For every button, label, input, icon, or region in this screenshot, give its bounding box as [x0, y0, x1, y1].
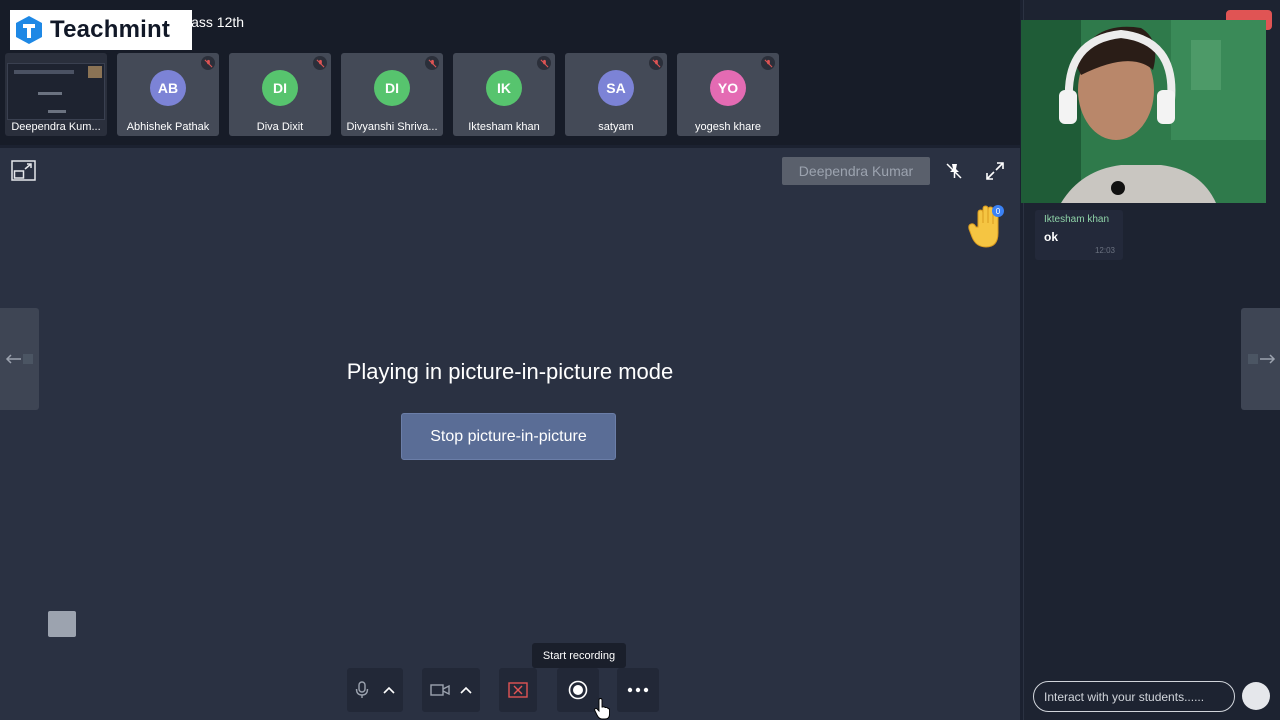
- avatar: DI: [374, 69, 410, 106]
- participant-name: Deependra Kum...: [11, 121, 101, 133]
- class-title: lass 12th: [188, 14, 245, 30]
- chat-input[interactable]: [1033, 681, 1235, 712]
- participant-name: Abhishek Pathak: [126, 121, 210, 133]
- mic-muted-icon: [313, 56, 327, 70]
- more-dots-icon: [627, 687, 649, 693]
- mic-button[interactable]: [347, 668, 403, 712]
- record-icon: [568, 680, 588, 700]
- chat-message: Iktesham khan ok 12:03: [1035, 210, 1123, 260]
- mic-muted-icon: [649, 56, 663, 70]
- microphone-icon: [355, 681, 369, 698]
- main-stage: Deependra Kumar 0 Playing in picture-in-…: [0, 148, 1020, 720]
- start-recording-tooltip: Start recording: [532, 643, 626, 668]
- avatar: SA: [598, 69, 634, 106]
- screen-share-preview: [7, 63, 105, 120]
- next-slide-handle[interactable]: [1241, 308, 1280, 410]
- send-button[interactable]: [1242, 682, 1270, 710]
- avatar: YO: [710, 69, 746, 106]
- video-camera-icon: [430, 684, 450, 696]
- unpin-icon[interactable]: [944, 161, 964, 181]
- more-options-button[interactable]: [617, 668, 659, 712]
- picture-in-picture-icon[interactable]: [11, 160, 36, 181]
- participant-name: yogesh khare: [694, 121, 762, 133]
- chat-message-author: Iktesham khan: [1044, 214, 1110, 225]
- avatar: IK: [486, 69, 522, 106]
- participant-tile[interactable]: AB Abhishek Pathak: [117, 53, 219, 136]
- mic-muted-icon: [425, 56, 439, 70]
- fullscreen-icon[interactable]: [985, 161, 1005, 181]
- webcam-feed: [1021, 20, 1266, 203]
- hand-cursor-icon: [594, 698, 610, 720]
- mic-muted-icon: [201, 56, 215, 70]
- chevron-up-icon[interactable]: [460, 686, 472, 694]
- mic-muted-icon: [761, 56, 775, 70]
- chat-message-time: 12:03: [1094, 246, 1115, 255]
- teachmint-logo: Teachmint: [10, 10, 192, 50]
- raised-hands-count: 0: [992, 205, 1004, 217]
- chevron-up-icon[interactable]: [383, 686, 395, 694]
- speaker-label: Deependra Kumar: [782, 157, 930, 185]
- participant-tile[interactable]: IK Iktesham khan: [453, 53, 555, 136]
- participant-tile[interactable]: SA satyam: [565, 53, 667, 136]
- arrow-right-icon: [1247, 354, 1275, 364]
- pip-status-message: Playing in picture-in-picture mode: [346, 359, 674, 384]
- stop-pip-button[interactable]: Stop picture-in-picture: [401, 413, 616, 460]
- avatar: DI: [262, 69, 298, 106]
- stop-share-icon: [508, 682, 528, 698]
- participant-tiles: Deependra Kum... AB Abhishek Pathak DI D…: [5, 53, 779, 136]
- participant-tile[interactable]: DI Diva Dixit: [229, 53, 331, 136]
- camera-button[interactable]: [422, 668, 480, 712]
- stop-screen-share-button[interactable]: [499, 668, 537, 712]
- minimized-window[interactable]: [48, 611, 76, 637]
- participant-name: satyam: [598, 121, 634, 133]
- participant-tile[interactable]: Deependra Kum...: [5, 53, 107, 136]
- teacher-video: [1021, 20, 1266, 203]
- participant-name: Diva Dixit: [256, 121, 304, 133]
- record-button[interactable]: [557, 668, 599, 712]
- avatar: AB: [150, 69, 186, 106]
- participant-name: Divyanshi Shriva...: [346, 121, 438, 133]
- mic-muted-icon: [537, 56, 551, 70]
- participant-tile[interactable]: YO yogesh khare: [677, 53, 779, 136]
- chat-message-text: ok: [1044, 230, 1059, 244]
- teachmint-logo-icon: [16, 16, 42, 44]
- control-bar: [0, 668, 1020, 712]
- participant-name: Iktesham khan: [468, 121, 540, 133]
- participant-tile[interactable]: DI Divyanshi Shriva...: [341, 53, 443, 136]
- logo-text: Teachmint: [50, 16, 171, 43]
